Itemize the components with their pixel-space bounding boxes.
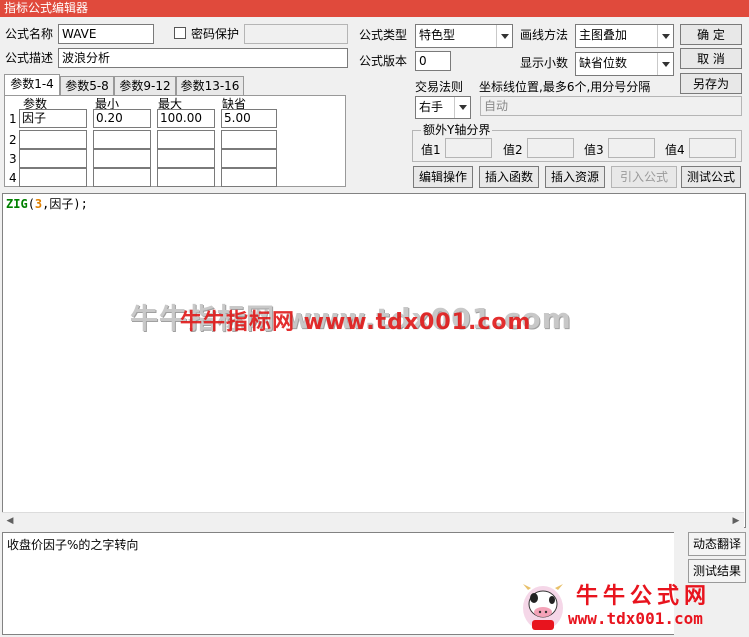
- y-value-field-2[interactable]: [527, 138, 574, 158]
- param-default-cell[interactable]: [221, 168, 277, 187]
- decimals-label: 显示小数: [520, 56, 569, 70]
- ok-button[interactable]: 确 定: [680, 24, 742, 45]
- y-value-label-3: 值3: [584, 143, 604, 157]
- formula-code[interactable]: ZIG(3,因子);: [6, 197, 88, 211]
- type-label: 公式类型: [359, 28, 408, 42]
- y-value-label-1: 值1: [421, 143, 441, 157]
- param-name-cell[interactable]: [19, 168, 87, 187]
- param-min-cell[interactable]: 0.20: [93, 109, 151, 128]
- desc-field[interactable]: 波浪分析: [58, 48, 348, 68]
- trade-label: 交易法则: [415, 80, 464, 94]
- trade-select-value: 右手: [419, 100, 444, 114]
- param-table: 参数 最小 最大 缺省 1 因子 0.20 100.00 5.00 2 3 4: [4, 95, 346, 187]
- trade-select[interactable]: 右手: [415, 96, 471, 119]
- param-default-cell[interactable]: [221, 130, 277, 149]
- param-default-cell[interactable]: [221, 149, 277, 168]
- edit-operations-button[interactable]: 编辑操作: [413, 166, 473, 188]
- test-formula-button[interactable]: 测试公式: [681, 166, 741, 188]
- version-label: 公式版本: [359, 54, 408, 68]
- scroll-left-icon[interactable]: ◀: [2, 513, 18, 529]
- draw-select[interactable]: 主图叠加: [575, 24, 674, 48]
- watermark-red: 牛牛指标网 www.tdx001.com: [180, 310, 532, 335]
- dynamic-translate-button[interactable]: 动态翻译: [688, 532, 746, 556]
- draw-select-value: 主图叠加: [579, 28, 628, 42]
- tab-params-9-12[interactable]: 参数9-12: [114, 76, 176, 96]
- import-formula-button[interactable]: 引入公式: [611, 166, 677, 188]
- y-value-label-4: 值4: [665, 143, 685, 157]
- y-value-field-3[interactable]: [608, 138, 655, 158]
- param-max-cell[interactable]: [157, 130, 215, 149]
- type-select-value: 特色型: [419, 28, 456, 42]
- param-name-cell[interactable]: [19, 149, 87, 168]
- decimals-select[interactable]: 缺省位数: [575, 52, 674, 76]
- y-axis-group: 额外Y轴分界 值1 值2 值3 值4: [412, 122, 742, 162]
- param-min-cell[interactable]: [93, 168, 151, 187]
- param-row-number: 3: [9, 152, 17, 166]
- description-text: 收盘价因子%的之字转向: [7, 538, 139, 552]
- tab-params-1-4[interactable]: 参数1-4: [4, 74, 60, 96]
- draw-label: 画线方法: [520, 28, 569, 42]
- param-min-cell[interactable]: [93, 130, 151, 149]
- logo-title: 牛牛公式网: [576, 584, 712, 609]
- type-select[interactable]: 特色型: [415, 24, 513, 48]
- tab-params-13-16[interactable]: 参数13-16: [176, 76, 244, 96]
- param-max-cell[interactable]: [157, 149, 215, 168]
- y-value-label-2: 值2: [503, 143, 523, 157]
- param-row-number: 1: [9, 112, 17, 126]
- save-as-button[interactable]: 另存为: [680, 73, 742, 94]
- chevron-down-icon: [454, 97, 470, 118]
- password-field[interactable]: [244, 24, 348, 44]
- insert-resource-button[interactable]: 插入资源: [545, 166, 605, 188]
- chevron-down-icon: [657, 25, 673, 47]
- code-paren: (: [27, 197, 35, 211]
- param-name-cell[interactable]: [19, 130, 87, 149]
- y-value-field-4[interactable]: [689, 138, 736, 158]
- param-name-cell[interactable]: 因子: [19, 109, 87, 128]
- password-label: 密码保护: [191, 27, 240, 41]
- version-field[interactable]: 0: [415, 51, 451, 71]
- chevron-down-icon: [657, 53, 673, 75]
- y-value-field-1[interactable]: [445, 138, 492, 158]
- coord-field[interactable]: 自动: [480, 96, 742, 116]
- name-field[interactable]: WAVE: [58, 24, 154, 44]
- scroll-right-icon[interactable]: ▶: [728, 513, 744, 529]
- param-default-cell[interactable]: 5.00: [221, 109, 277, 128]
- editor-horizontal-scrollbar[interactable]: ◀ ▶: [2, 512, 744, 528]
- formula-editor[interactable]: ZIG(3,因子);: [2, 193, 746, 528]
- coord-label: 坐标线位置,最多6个,用分号分隔: [479, 80, 651, 94]
- param-row-number: 4: [9, 171, 17, 185]
- param-max-cell[interactable]: [157, 168, 215, 187]
- param-max-cell[interactable]: 100.00: [157, 109, 215, 128]
- desc-label: 公式描述: [5, 51, 54, 65]
- password-checkbox[interactable]: [174, 27, 186, 39]
- code-rest: ,因子);: [42, 197, 88, 211]
- insert-function-button[interactable]: 插入函数: [479, 166, 539, 188]
- param-min-cell[interactable]: [93, 149, 151, 168]
- cancel-button[interactable]: 取 消: [680, 48, 742, 69]
- code-function: ZIG: [6, 197, 28, 211]
- window-title: 指标公式编辑器: [0, 0, 749, 17]
- param-row-number: 2: [9, 133, 17, 147]
- cow-mascot-icon: [523, 584, 563, 630]
- chevron-down-icon: [496, 25, 512, 47]
- tab-params-5-8[interactable]: 参数5-8: [60, 76, 114, 96]
- name-label: 公式名称: [5, 27, 54, 41]
- decimals-select-value: 缺省位数: [579, 56, 628, 70]
- logo-url: www.tdx001.com: [568, 609, 703, 628]
- brand-logo: 牛牛公式网 www.tdx001.com: [512, 578, 749, 637]
- y-axis-group-title: 额外Y轴分界: [421, 122, 493, 138]
